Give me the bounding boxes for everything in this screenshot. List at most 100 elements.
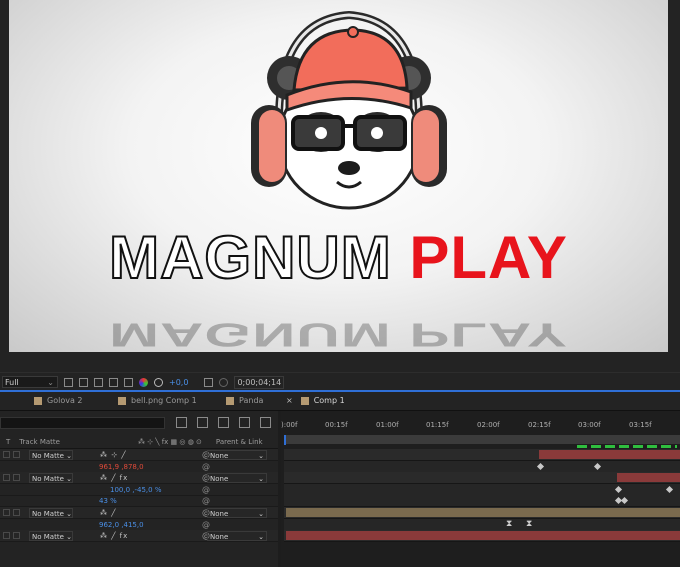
- lock-toggle[interactable]: [13, 509, 20, 516]
- color-channels-icon[interactable]: [139, 377, 148, 387]
- keyframe[interactable]: [620, 496, 629, 505]
- viewer-toolbar: Full ⌄ +0,0 0;00;04;14: [0, 372, 680, 391]
- keyframe[interactable]: [536, 462, 545, 471]
- composition-canvas[interactable]: MAGNUM PLAY MAGNUM PLAY: [9, 0, 668, 352]
- track-matte-dropdown[interactable]: No Matte ⌄: [29, 507, 73, 518]
- parent-dropdown[interactable]: None ⌄: [207, 530, 267, 541]
- track-matte-dropdown[interactable]: No Matte ⌄: [29, 449, 73, 460]
- time-ruler[interactable]: ):00f 00:15f 01:00f 01:15f 02:00f 02:15f…: [281, 419, 680, 433]
- timeline-area[interactable]: ):00f 00:15f 01:00f 01:15f 02:00f 02:15f…: [281, 411, 680, 567]
- tab-label: Panda: [239, 396, 264, 405]
- motion-blur-icon[interactable]: [239, 417, 250, 428]
- headline-text: MAGNUM PLAY: [9, 227, 668, 289]
- parent-dropdown[interactable]: None ⌄: [207, 507, 267, 518]
- track-matte-value: No Matte: [32, 451, 64, 460]
- chevron-down-icon: ⌄: [258, 509, 264, 518]
- column-headers: T Track Matte ⁂ ⊹ ╲ fx ▦ ◎ ◍ ⊙ Parent & …: [0, 436, 278, 449]
- layer-row[interactable]: No Matte ⌄ ⁂ ⊹ ╱ @ None ⌄: [0, 449, 278, 461]
- layer-duration-bar[interactable]: [286, 508, 680, 517]
- spiral-link-icon[interactable]: @: [202, 496, 210, 505]
- lock-toggle[interactable]: [13, 474, 20, 481]
- visibility-toggle[interactable]: [3, 474, 10, 481]
- current-time-display[interactable]: 0;00;04;14: [234, 375, 285, 389]
- ruler-tick-label: 03:00f: [578, 421, 601, 429]
- chevron-down-icon: ⌄: [258, 532, 264, 541]
- opacity-value[interactable]: 43 %: [99, 497, 117, 505]
- chevron-down-icon: ⌄: [258, 474, 264, 483]
- layer-switches[interactable]: ⁂ ⊹ ╱: [100, 451, 127, 459]
- draft-3d-icon[interactable]: [197, 417, 208, 428]
- layer-row[interactable]: No Matte ⌄ ⁂ ╱ fx @ None ⌄: [0, 530, 278, 542]
- frame-blending-icon[interactable]: [218, 417, 229, 428]
- track-matte-dropdown[interactable]: No Matte ⌄: [29, 530, 73, 541]
- layer-duration-bar[interactable]: [617, 473, 680, 482]
- graph-editor-icon[interactable]: [260, 417, 271, 428]
- tab-label: Golova 2: [47, 396, 83, 405]
- comp-mini-flowchart-icon[interactable]: [176, 417, 187, 428]
- layer-switches[interactable]: ⁂ ╱ fx: [100, 474, 128, 482]
- tab-bell-comp[interactable]: bell.png Comp 1: [118, 392, 197, 410]
- panda-logo-image: [251, 10, 447, 210]
- keyframe[interactable]: [665, 485, 674, 494]
- show-snapshot-icon[interactable]: [219, 377, 229, 387]
- layer-switches[interactable]: ⁂ ╱: [100, 509, 116, 517]
- lock-toggle[interactable]: [13, 532, 20, 539]
- layer-duration-bar[interactable]: [286, 531, 680, 540]
- exposure-value[interactable]: +0,0: [169, 378, 188, 387]
- track-matte-dropdown[interactable]: No Matte ⌄: [29, 472, 73, 483]
- layer-duration-bar[interactable]: [539, 450, 680, 459]
- headline-reflection-word1: MAGNUM: [109, 316, 392, 352]
- ruler-tick-label: 03:15f: [629, 421, 652, 429]
- hold-keyframe-icon[interactable]: ⧗: [506, 519, 512, 529]
- keyframe[interactable]: [593, 462, 602, 471]
- snapshot-camera-icon[interactable]: [204, 377, 214, 387]
- layer-track[interactable]: [284, 449, 680, 461]
- parent-value: None: [210, 509, 229, 518]
- parent-dropdown[interactable]: None ⌄: [207, 472, 267, 483]
- spiral-link-icon[interactable]: @: [202, 462, 210, 471]
- spiral-link-icon[interactable]: @: [202, 520, 210, 529]
- spiral-link-icon[interactable]: @: [202, 485, 210, 494]
- tab-golova-2[interactable]: Golova 2: [34, 392, 82, 410]
- visibility-toggle[interactable]: [3, 509, 10, 516]
- exposure-icon[interactable]: [154, 377, 163, 387]
- ruler-tick-label: 01:15f: [426, 421, 449, 429]
- parent-dropdown[interactable]: None ⌄: [207, 449, 267, 460]
- visibility-toggle[interactable]: [3, 451, 10, 458]
- composition-viewer[interactable]: MAGNUM PLAY MAGNUM PLAY: [0, 0, 680, 372]
- search-input[interactable]: [0, 417, 165, 429]
- transparency-grid-icon[interactable]: [124, 377, 133, 387]
- scale-value[interactable]: 100,0 ,-45,0 %: [110, 486, 161, 494]
- fast-previews-icon[interactable]: [64, 377, 73, 387]
- layer-track[interactable]: [284, 530, 680, 542]
- property-row: 43 % @: [0, 495, 278, 507]
- lock-toggle[interactable]: [13, 451, 20, 458]
- comp-color-swatch: [34, 397, 42, 405]
- layer-track[interactable]: [284, 472, 680, 484]
- close-icon[interactable]: ×: [286, 392, 293, 410]
- mask-visibility-icon[interactable]: [94, 377, 103, 387]
- hold-keyframe-icon[interactable]: ⧗: [526, 519, 532, 529]
- layer-track[interactable]: [284, 507, 680, 519]
- layer-row[interactable]: No Matte ⌄ ⁂ ╱ fx @ None ⌄: [0, 472, 278, 484]
- region-of-interest-icon[interactable]: [109, 377, 118, 387]
- ruler-tick-label: 02:00f: [477, 421, 500, 429]
- layer-row[interactable]: No Matte ⌄ ⁂ ╱ @ None ⌄: [0, 507, 278, 519]
- column-track-matte: Track Matte: [19, 438, 60, 446]
- work-area-bar[interactable]: [284, 435, 680, 444]
- ruler-tick-label: 00:15f: [325, 421, 348, 429]
- tab-panda[interactable]: Panda: [226, 392, 263, 410]
- position-value[interactable]: 961,9 ,878,0: [99, 463, 144, 471]
- comp-color-swatch: [118, 397, 126, 405]
- visibility-toggle[interactable]: [3, 532, 10, 539]
- keyframe[interactable]: [614, 485, 623, 494]
- ruler-tick-label: ):00f: [281, 421, 298, 429]
- track-matte-value: No Matte: [32, 474, 64, 483]
- resolution-dropdown[interactable]: Full ⌄: [2, 376, 58, 388]
- ruler-tick-label: 01:00f: [376, 421, 399, 429]
- layer-switches[interactable]: ⁂ ╱ fx: [100, 532, 128, 540]
- grid-guides-icon[interactable]: [79, 377, 88, 387]
- current-time-indicator[interactable]: [284, 435, 286, 445]
- tab-comp-1[interactable]: × Comp 1: [286, 392, 345, 410]
- position-value[interactable]: 962,0 ,415,0: [99, 521, 144, 529]
